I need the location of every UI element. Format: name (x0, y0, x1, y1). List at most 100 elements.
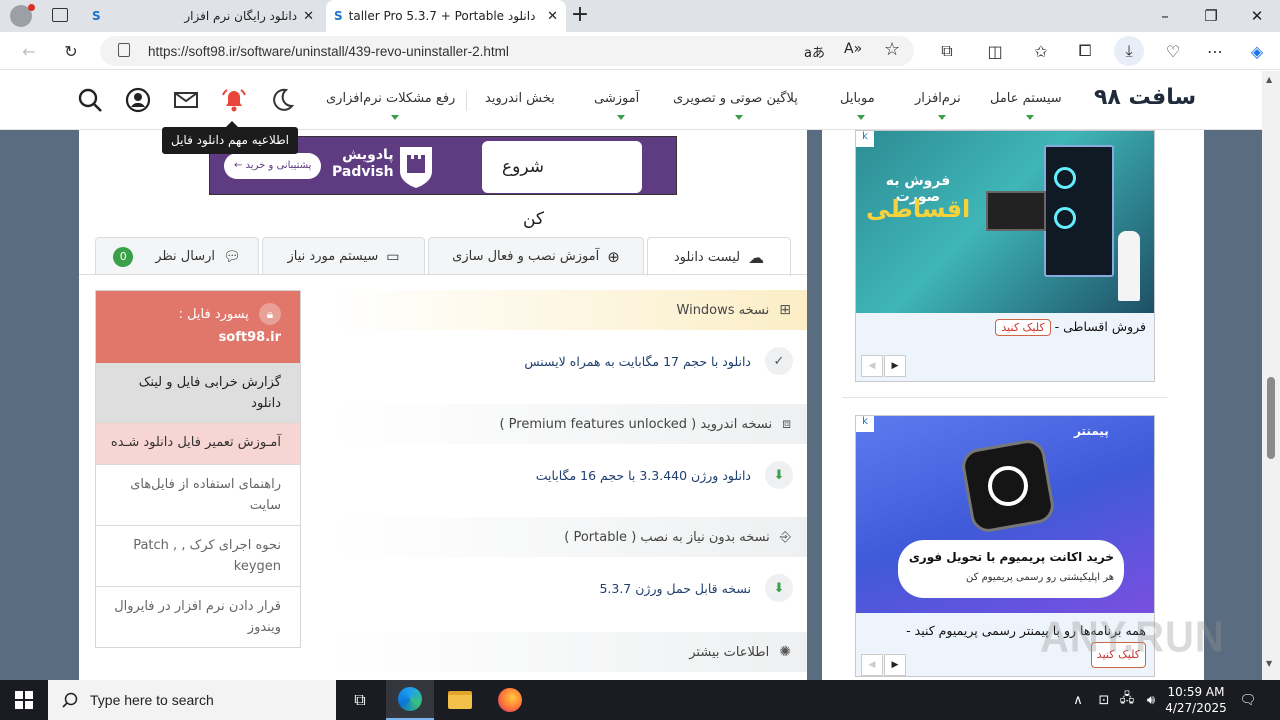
headline-pill (898, 540, 1124, 598)
taskbar-search[interactable]: Type here to search (48, 680, 336, 720)
installment-ad[interactable]: k فروش به صورت اقساطی فروش اقساطی - کلیک… (855, 130, 1155, 382)
crack-patch-guide-link[interactable]: نحوه اجرای کرک , , Patch keygen (96, 526, 300, 587)
banner-cta-box[interactable]: شروع کن (482, 141, 642, 229)
next-arrow-icon[interactable]: ▶ (884, 654, 906, 676)
performance-icon[interactable]: ♡ (1158, 36, 1188, 66)
mail-icon[interactable] (172, 86, 200, 114)
lock-icon[interactable] (118, 43, 130, 57)
back-icon[interactable]: ← (14, 36, 44, 66)
address-bar[interactable]: https://soft98.ir/software/uninstall/439… (100, 36, 914, 66)
prev-arrow-icon[interactable]: ◀ (861, 355, 883, 377)
maximize-button[interactable]: ❐ (1188, 0, 1234, 32)
clock[interactable]: 10:59 AM 4/27/2025 (1164, 680, 1228, 720)
section-more-info[interactable]: ✺ اطلاعات بیشتر (332, 632, 807, 672)
monitor-icon: ▭ (386, 248, 400, 265)
extensions-icon[interactable]: ⧉ (932, 36, 962, 66)
download-link[interactable]: نسخه قابل حمل ورژن 5.3.7 (599, 581, 751, 596)
favorites-icon[interactable]: ✩ (1026, 36, 1056, 66)
downloads-icon[interactable]: ⤓ (1114, 36, 1144, 66)
close-icon[interactable]: ✕ (303, 9, 314, 24)
split-screen-icon[interactable]: ◫ (980, 36, 1010, 66)
site-files-guide-link[interactable]: راهنمای استفاده از فایل‌های سایت (96, 465, 300, 526)
report-broken-link[interactable]: گزارش خرابی فایل و لینک دانلود (96, 363, 300, 423)
chevron-down-icon (616, 115, 625, 120)
comment-count-badge: 0 (113, 246, 134, 267)
user-account-icon[interactable] (124, 86, 152, 114)
scrollbar-thumb[interactable] (1267, 377, 1275, 459)
tab-requirements[interactable]: ▭ سیستم مورد نیاز (262, 237, 425, 275)
nav-troubleshoot[interactable]: رفع مشکلات نرم‌افزاری (326, 91, 455, 120)
favorite-star-icon[interactable]: ☆ (884, 39, 900, 60)
text-size-icon[interactable]: A» (844, 41, 862, 57)
repair-download-guide-link[interactable]: آمـوزش تعمیر فایل دانلود شـده (96, 423, 300, 465)
tab-title: دانلود رایگان نرم افزار (184, 9, 298, 23)
nav-software[interactable]: نرم‌افزار (915, 91, 961, 120)
download-row[interactable]: ✓ دانلود با حجم 17 مگابایت به همراه لایس… (332, 331, 807, 391)
click-here-button[interactable]: کلیک کنید (995, 319, 1051, 336)
network-icon[interactable]: 🖧︎ (1116, 680, 1138, 720)
tray-overflow-chevron-icon[interactable]: ∧ (1068, 680, 1088, 720)
start-button[interactable] (0, 680, 48, 720)
volume-icon[interactable]: 🔊︎ (1140, 680, 1162, 720)
tab-revo-uninstaller[interactable]: ✕ taller Pro 5.3.7 + Portable دانلود S (326, 0, 566, 32)
pc-case-graphic (1044, 145, 1114, 277)
search-placeholder: Type here to search (90, 692, 214, 708)
password-panel: 🔒︎ پسورد فایل : soft98.ir گزارش خرابی فا… (95, 290, 301, 648)
password-label: پسورد فایل : (178, 307, 249, 322)
file-explorer-icon[interactable] (436, 680, 484, 720)
search-icon[interactable] (76, 86, 104, 114)
close-window-button[interactable]: ✕ (1234, 0, 1280, 32)
clock-date: 4/27/2025 (1165, 701, 1227, 715)
task-view-icon[interactable]: ⧉ (336, 680, 384, 720)
url-text[interactable]: https://soft98.ir/software/uninstall/439… (148, 44, 509, 59)
download-row[interactable]: ⬇ دانلود ورژن 3.3.440 با حجم 16 مگابایت (332, 445, 807, 505)
new-tab-button[interactable]: + (568, 3, 592, 27)
tab-actions-icon[interactable] (52, 8, 68, 22)
download-row[interactable]: ⬇ نسخه قابل حمل ورژن 5.3.7 (332, 558, 807, 618)
tab-install-guide[interactable]: ⊕ آموزش نصب و فعال سازی (428, 237, 644, 275)
close-icon[interactable]: ✕ (547, 9, 558, 24)
download-link[interactable]: دانلود ورژن 3.3.440 با حجم 16 مگابایت (536, 468, 751, 483)
chevron-down-icon (390, 115, 399, 120)
lock-icon: 🔒︎ (259, 303, 281, 325)
next-arrow-icon[interactable]: ▶ (884, 355, 906, 377)
download-link[interactable]: دانلود با حجم 17 مگابایت به همراه لایسنس (524, 354, 751, 369)
scroll-down-arrow[interactable]: ▼ (1266, 659, 1272, 668)
copilot-icon[interactable]: ◈ (1242, 36, 1272, 66)
nav-os[interactable]: سیستم عامل (990, 91, 1062, 120)
clock-time: 10:59 AM (1167, 685, 1225, 699)
more-menu-icon[interactable]: ⋯ (1200, 36, 1230, 66)
minimize-button[interactable]: – (1142, 0, 1188, 32)
banner-brand-en: Padvish (332, 164, 394, 180)
firewall-guide-link[interactable]: قرار دادن نرم افزار در فایروال ویندوز (96, 587, 300, 648)
dark-mode-moon-icon[interactable] (268, 86, 296, 114)
tray-app-icon[interactable]: ⊡ (1094, 680, 1114, 720)
password-value[interactable]: soft98.ir (106, 327, 281, 348)
edge-taskbar-icon[interactable] (386, 680, 434, 720)
page-scrollbar[interactable]: ▲ ▼ (1262, 71, 1280, 680)
lightbulb-icon: ✺ (779, 644, 791, 660)
tab-comment[interactable]: 💬︎ ارسال نظر 0 (95, 237, 259, 275)
banner-buy-button[interactable]: پشتیبانی و خرید ← (224, 153, 322, 179)
tab-download-list[interactable]: ☁ لیست دانلود (647, 237, 791, 276)
nav-education[interactable]: آموزشی (594, 91, 639, 120)
nav-mobile[interactable]: موبایل (840, 91, 875, 120)
anyrun-watermark: ANY.RUN (1040, 612, 1225, 662)
prev-arrow-icon[interactable]: ◀ (861, 654, 883, 676)
folder-icon (448, 691, 472, 709)
section-title: نسخه بدون نیاز به نصب ( Portable ) (564, 529, 770, 545)
read-aloud-icon[interactable]: a͏あ (804, 42, 825, 61)
scroll-up-arrow[interactable]: ▲ (1266, 75, 1272, 84)
nav-android[interactable]: بخش اندروید (485, 91, 555, 106)
notification-bell-icon[interactable] (220, 86, 248, 114)
nav-label: نرم‌افزار (915, 91, 961, 106)
firefox-taskbar-icon[interactable] (486, 680, 534, 720)
tab-soft98-home[interactable]: ✕ دانلود رایگان نرم افزار S (84, 0, 322, 32)
refresh-icon[interactable]: ↻ (56, 36, 86, 66)
site-logo[interactable]: سافت ۹۸ (1094, 85, 1196, 110)
notification-center-icon[interactable]: 🗨︎ (1236, 680, 1260, 720)
tab-label: آموزش نصب و فعال سازی (452, 249, 600, 264)
tab-label: سیستم مورد نیاز (287, 249, 379, 264)
collections-icon[interactable]: ⧠ (1070, 36, 1100, 66)
nav-plugins[interactable]: پلاگین صوتی و تصویری (673, 91, 798, 120)
